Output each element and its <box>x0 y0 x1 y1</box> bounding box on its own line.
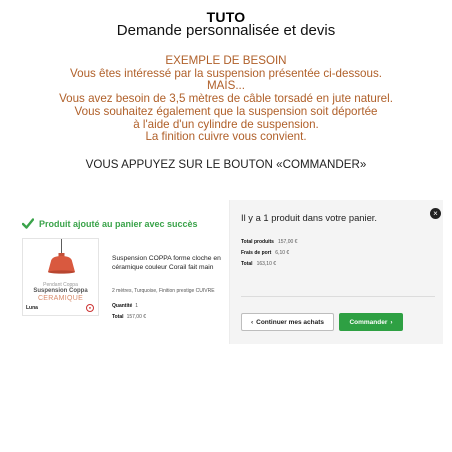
summary-label: Total produits <box>241 239 274 245</box>
summary-line-products: Total produits 157,00 € <box>241 239 297 245</box>
product-total: Total 157,00 € <box>112 314 146 320</box>
check-icon <box>21 218 35 229</box>
instruction-line: Vous souhaitez également que la suspensi… <box>74 104 378 118</box>
total-value: 157,00 € <box>126 314 147 320</box>
total-label: Total <box>112 314 124 320</box>
continue-shopping-label: Continuer mes achats <box>256 318 325 326</box>
cta-note: VOUS APPUYEZ SUR LE BOUTON «COMMANDER» <box>85 158 367 171</box>
thumb-caption: CERAMIQUE <box>37 295 84 302</box>
instruction-line: Vous avez besoin de 3,5 mètres de câble … <box>59 92 393 106</box>
order-label: Commander <box>349 318 388 326</box>
summary-line-total: Total 163,10 € <box>241 261 276 267</box>
success-message: Produit ajouté au panier avec succès <box>21 218 198 229</box>
summary-value: 6,10 € <box>275 250 290 256</box>
product-image[interactable]: Pendant Coppa Suspension Coppa CERAMIQUE… <box>22 238 99 316</box>
instruction-line: La finition cuivre vous convient. <box>145 130 307 144</box>
product-quantity: Quantité 1 <box>112 303 138 309</box>
lamp-illustration <box>48 239 75 274</box>
badge-icon: ● <box>86 304 94 312</box>
brand-logo: Luna <box>26 305 38 311</box>
chevron-right-icon: › <box>390 318 393 326</box>
summary-value: 157,00 € <box>277 239 298 245</box>
cart-summary-panel: Il y a 1 produit dans votre panier. Tota… <box>229 200 443 344</box>
product-name[interactable]: Suspension COPPA forme cloche en céramiq… <box>112 254 227 272</box>
success-text: Produit ajouté au panier avec succès <box>39 218 198 229</box>
summary-line-shipping: Frais de port 6,10 € <box>241 250 289 256</box>
cart-heading: Il y a 1 produit dans votre panier. <box>241 212 378 223</box>
tuto-subtitle: Demande personnalisée et devis <box>116 22 336 39</box>
summary-label: Frais de port <box>241 250 272 256</box>
instructions-block: EXEMPLE DE BESOIN Vous êtes intéressé pa… <box>0 54 452 144</box>
divider <box>241 296 435 297</box>
chevron-left-icon: ‹ <box>250 318 254 326</box>
instruction-line: EXEMPLE DE BESOIN <box>165 54 287 67</box>
product-options: 2 mètres, Turquoise, Finition prestige C… <box>112 288 215 294</box>
summary-value: 163,10 € <box>256 261 277 267</box>
summary-label: Total <box>241 261 253 267</box>
continue-shopping-button[interactable]: ‹ Continuer mes achats <box>241 313 334 331</box>
quantity-label: Quantité <box>112 303 133 309</box>
thumb-caption: Suspension Coppa <box>33 288 88 294</box>
close-icon[interactable]: × <box>430 208 441 219</box>
quantity-value: 1 <box>135 303 139 309</box>
order-button[interactable]: Commander › <box>339 313 403 331</box>
